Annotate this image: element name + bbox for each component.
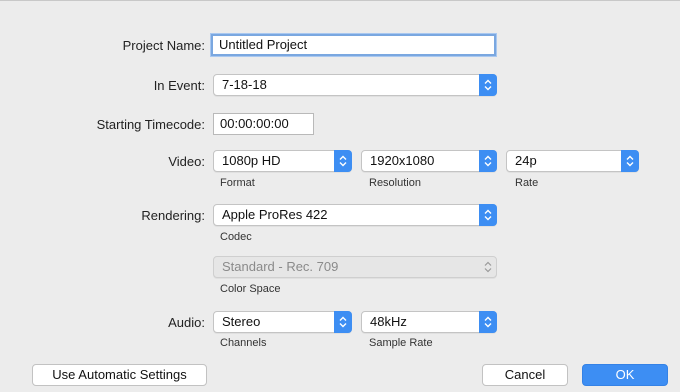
rate-sublabel: Rate [515,177,539,189]
cancel-button[interactable]: Cancel [482,364,568,386]
chevron-up-down-icon [621,150,639,172]
codec-sublabel: Codec [220,231,252,243]
video-rate-popup[interactable]: 24p [506,150,639,172]
ok-button[interactable]: OK [582,364,668,386]
starting-timecode-field[interactable]: 00:00:00:00 [213,113,314,135]
chevron-up-down-icon [334,311,352,333]
sample-rate-sublabel: Sample Rate [369,337,433,349]
audio-label: Audio: [168,315,205,330]
color-space-popup: Standard - Rec. 709 [213,256,497,278]
audio-sample-rate-popup[interactable]: 48kHz [361,311,497,333]
audio-channels-popup[interactable]: Stereo [213,311,352,333]
audio-channels-value: Stereo [222,314,261,329]
starting-timecode-label: Starting Timecode: [96,117,205,132]
rendering-label: Rendering: [141,208,205,223]
resolution-sublabel: Resolution [369,177,421,189]
in-event-value: 7-18-18 [222,77,267,92]
chevron-up-down-icon [479,256,497,278]
codec-popup[interactable]: Apple ProRes 422 [213,204,497,226]
in-event-label: In Event: [153,78,205,93]
chevron-up-down-icon [334,150,352,172]
video-rate-value: 24p [515,153,537,168]
channels-sublabel: Channels [220,337,267,349]
video-resolution-value: 1920x1080 [370,153,435,168]
video-format-value: 1080p HD [222,153,281,168]
video-resolution-popup[interactable]: 1920x1080 [361,150,497,172]
in-event-popup[interactable]: 7-18-18 [213,74,497,96]
color-space-value: Standard - Rec. 709 [222,259,339,274]
video-format-popup[interactable]: 1080p HD [213,150,352,172]
chevron-up-down-icon [479,204,497,226]
chevron-up-down-icon [479,150,497,172]
codec-value: Apple ProRes 422 [222,207,328,222]
new-project-dialog: Project Name: Untitled Project In Event:… [0,0,680,392]
project-name-label: Project Name: [122,38,205,53]
video-label: Video: [168,154,205,169]
use-automatic-settings-button[interactable]: Use Automatic Settings [32,364,207,386]
format-sublabel: Format [220,177,255,189]
audio-sample-rate-value: 48kHz [370,314,407,329]
project-name-field[interactable]: Untitled Project [211,34,496,56]
chevron-up-down-icon [479,311,497,333]
color-space-sublabel: Color Space [220,283,281,295]
chevron-up-down-icon [479,74,497,96]
